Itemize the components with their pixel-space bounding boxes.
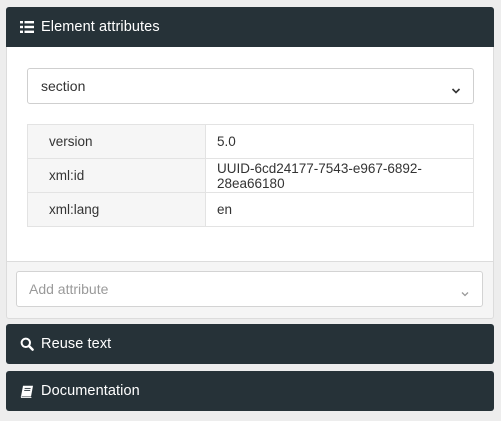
table-row: version 5.0 (27, 124, 474, 159)
chevron-down-icon (460, 285, 470, 297)
list-icon (20, 20, 34, 34)
element-attributes-body: section version 5.0 xml:id UUID-6cd24177… (6, 47, 494, 261)
element-attributes-title: Element attributes (41, 19, 160, 35)
element-attributes-panel: Element attributes section version 5.0 x… (6, 7, 494, 319)
documentation-panel: Documentation (6, 371, 494, 411)
attribute-value[interactable]: en (205, 192, 474, 227)
add-attribute-footer: Add attribute (6, 261, 494, 319)
add-attribute-placeholder: Add attribute (29, 281, 109, 297)
attribute-value[interactable]: UUID-6cd24177-7543-e967-6892-28ea66180 (205, 158, 474, 193)
documentation-header[interactable]: Documentation (6, 371, 494, 411)
element-attributes-header[interactable]: Element attributes (6, 7, 494, 47)
table-row: xml:id UUID-6cd24177-7543-e967-6892-28ea… (27, 158, 474, 193)
reuse-text-title: Reuse text (41, 336, 112, 352)
add-attribute-select[interactable]: Add attribute (16, 271, 483, 307)
element-select-value: section (41, 78, 86, 94)
reuse-text-panel: Reuse text (6, 324, 494, 364)
documentation-title: Documentation (41, 383, 140, 399)
book-icon (20, 384, 34, 398)
table-row: xml:lang en (27, 192, 474, 227)
reuse-text-header[interactable]: Reuse text (6, 324, 494, 364)
attributes-table: version 5.0 xml:id UUID-6cd24177-7543-e9… (27, 124, 474, 227)
attribute-key: version (27, 124, 206, 159)
chevron-down-icon (451, 82, 461, 94)
search-icon (20, 337, 34, 351)
attribute-value[interactable]: 5.0 (205, 124, 474, 159)
attribute-key: xml:lang (27, 192, 206, 227)
element-select[interactable]: section (27, 68, 474, 104)
attribute-key: xml:id (27, 158, 206, 193)
